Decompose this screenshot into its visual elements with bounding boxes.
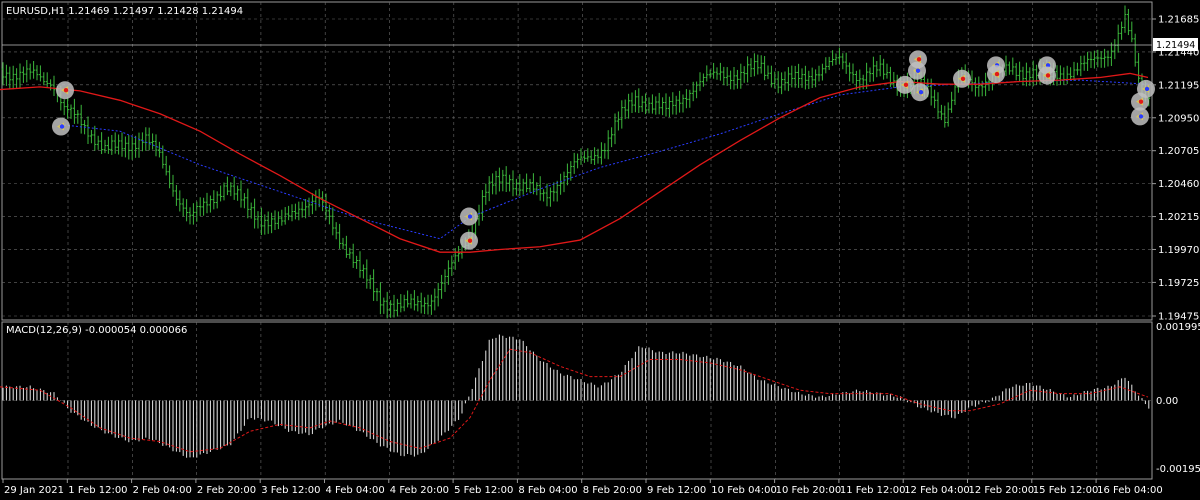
price-axis-label: 1.19475: [1158, 312, 1199, 323]
macd-title: MACD(12,26,9) -0.000054 0.000066: [6, 325, 187, 336]
marker-dot: [1138, 99, 1144, 104]
time-axis-label: 16 Feb 04:00: [1097, 485, 1163, 496]
price-axis-label: 1.20705: [1158, 146, 1199, 157]
price-axis-label: 1.20950: [1158, 113, 1199, 124]
macd-axis-bottom: -0.00195: [1156, 464, 1200, 475]
time-axis-label: 9 Feb 12:00: [647, 485, 706, 496]
signal-marker-sell-arrow: [909, 50, 927, 69]
signal-marker-sell-arrow: [987, 65, 1005, 84]
marker-dot: [59, 124, 65, 129]
marker-dot: [1138, 114, 1144, 119]
time-axis-label: 1 Feb 12:00: [68, 485, 127, 496]
marker-dot: [916, 57, 922, 62]
marker-dot: [960, 76, 966, 82]
marker-dot: [1045, 73, 1051, 78]
marker-dot: [63, 88, 69, 93]
signal-marker-sell-arrow: [56, 81, 74, 100]
time-axis-label: 12 Feb 20:00: [969, 485, 1035, 496]
time-axis-label: 5 Feb 12:00: [454, 485, 513, 496]
time-axis-label: 12 Feb 04:00: [904, 485, 970, 496]
time-axis-label: 8 Feb 20:00: [583, 485, 642, 496]
time-axis-label: 4 Feb 20:00: [390, 485, 449, 496]
time-axis-label: 2 Feb 20:00: [197, 485, 256, 496]
marker-dot: [915, 68, 921, 73]
time-axis-label: 8 Feb 04:00: [518, 485, 577, 496]
marker-dot: [994, 71, 1000, 77]
macd-axis-zero: 0.00: [1156, 396, 1178, 407]
time-axis-label: 3 Feb 12:00: [261, 485, 320, 496]
current-price-label: 1.21494: [1156, 40, 1195, 51]
signal-marker-buy-arrow: [460, 207, 478, 226]
signal-marker-sell-arrow: [953, 69, 971, 88]
price-axis-label: 1.19970: [1158, 245, 1199, 256]
time-axis-label: 2 Feb 04:00: [133, 485, 192, 496]
macd-axis-top: 0.001995: [1156, 322, 1200, 333]
marker-dot: [903, 82, 909, 88]
price-axis-label: 1.20460: [1158, 179, 1199, 190]
marker-dot: [467, 214, 473, 219]
time-axis-label: 11 Feb 12:00: [840, 485, 906, 496]
marker-dot: [918, 90, 924, 95]
marker-dot: [467, 238, 473, 243]
signal-marker-buy-arrow: [52, 117, 70, 136]
time-axis-label: 10 Feb 04:00: [711, 485, 777, 496]
signal-marker-buy-arrow: [1131, 107, 1149, 126]
signal-marker-sell-arrow: [460, 231, 478, 250]
time-axis-label: 10 Feb 20:00: [776, 485, 842, 496]
price-axis-label: 1.20215: [1158, 212, 1199, 223]
price-axis-label: 1.21685: [1158, 15, 1199, 26]
signal-marker-buy-arrow: [911, 83, 929, 102]
price-axis-label: 1.19725: [1158, 278, 1199, 289]
time-axis-label: 15 Feb 12:00: [1033, 485, 1099, 496]
time-axis-label: 29 Jan 2021: [4, 485, 64, 496]
trading-chart[interactable]: EURUSD,H1 1.21469 1.21497 1.21428 1.2149…: [0, 0, 1200, 500]
signal-marker-sell-arrow: [1038, 66, 1056, 85]
price-axis-label: 1.21195: [1158, 80, 1199, 91]
time-axis-label: 4 Feb 04:00: [326, 485, 385, 496]
marker-dot: [1144, 86, 1150, 92]
main-chart-title: EURUSD,H1 1.21469 1.21497 1.21428 1.2149…: [6, 6, 243, 17]
